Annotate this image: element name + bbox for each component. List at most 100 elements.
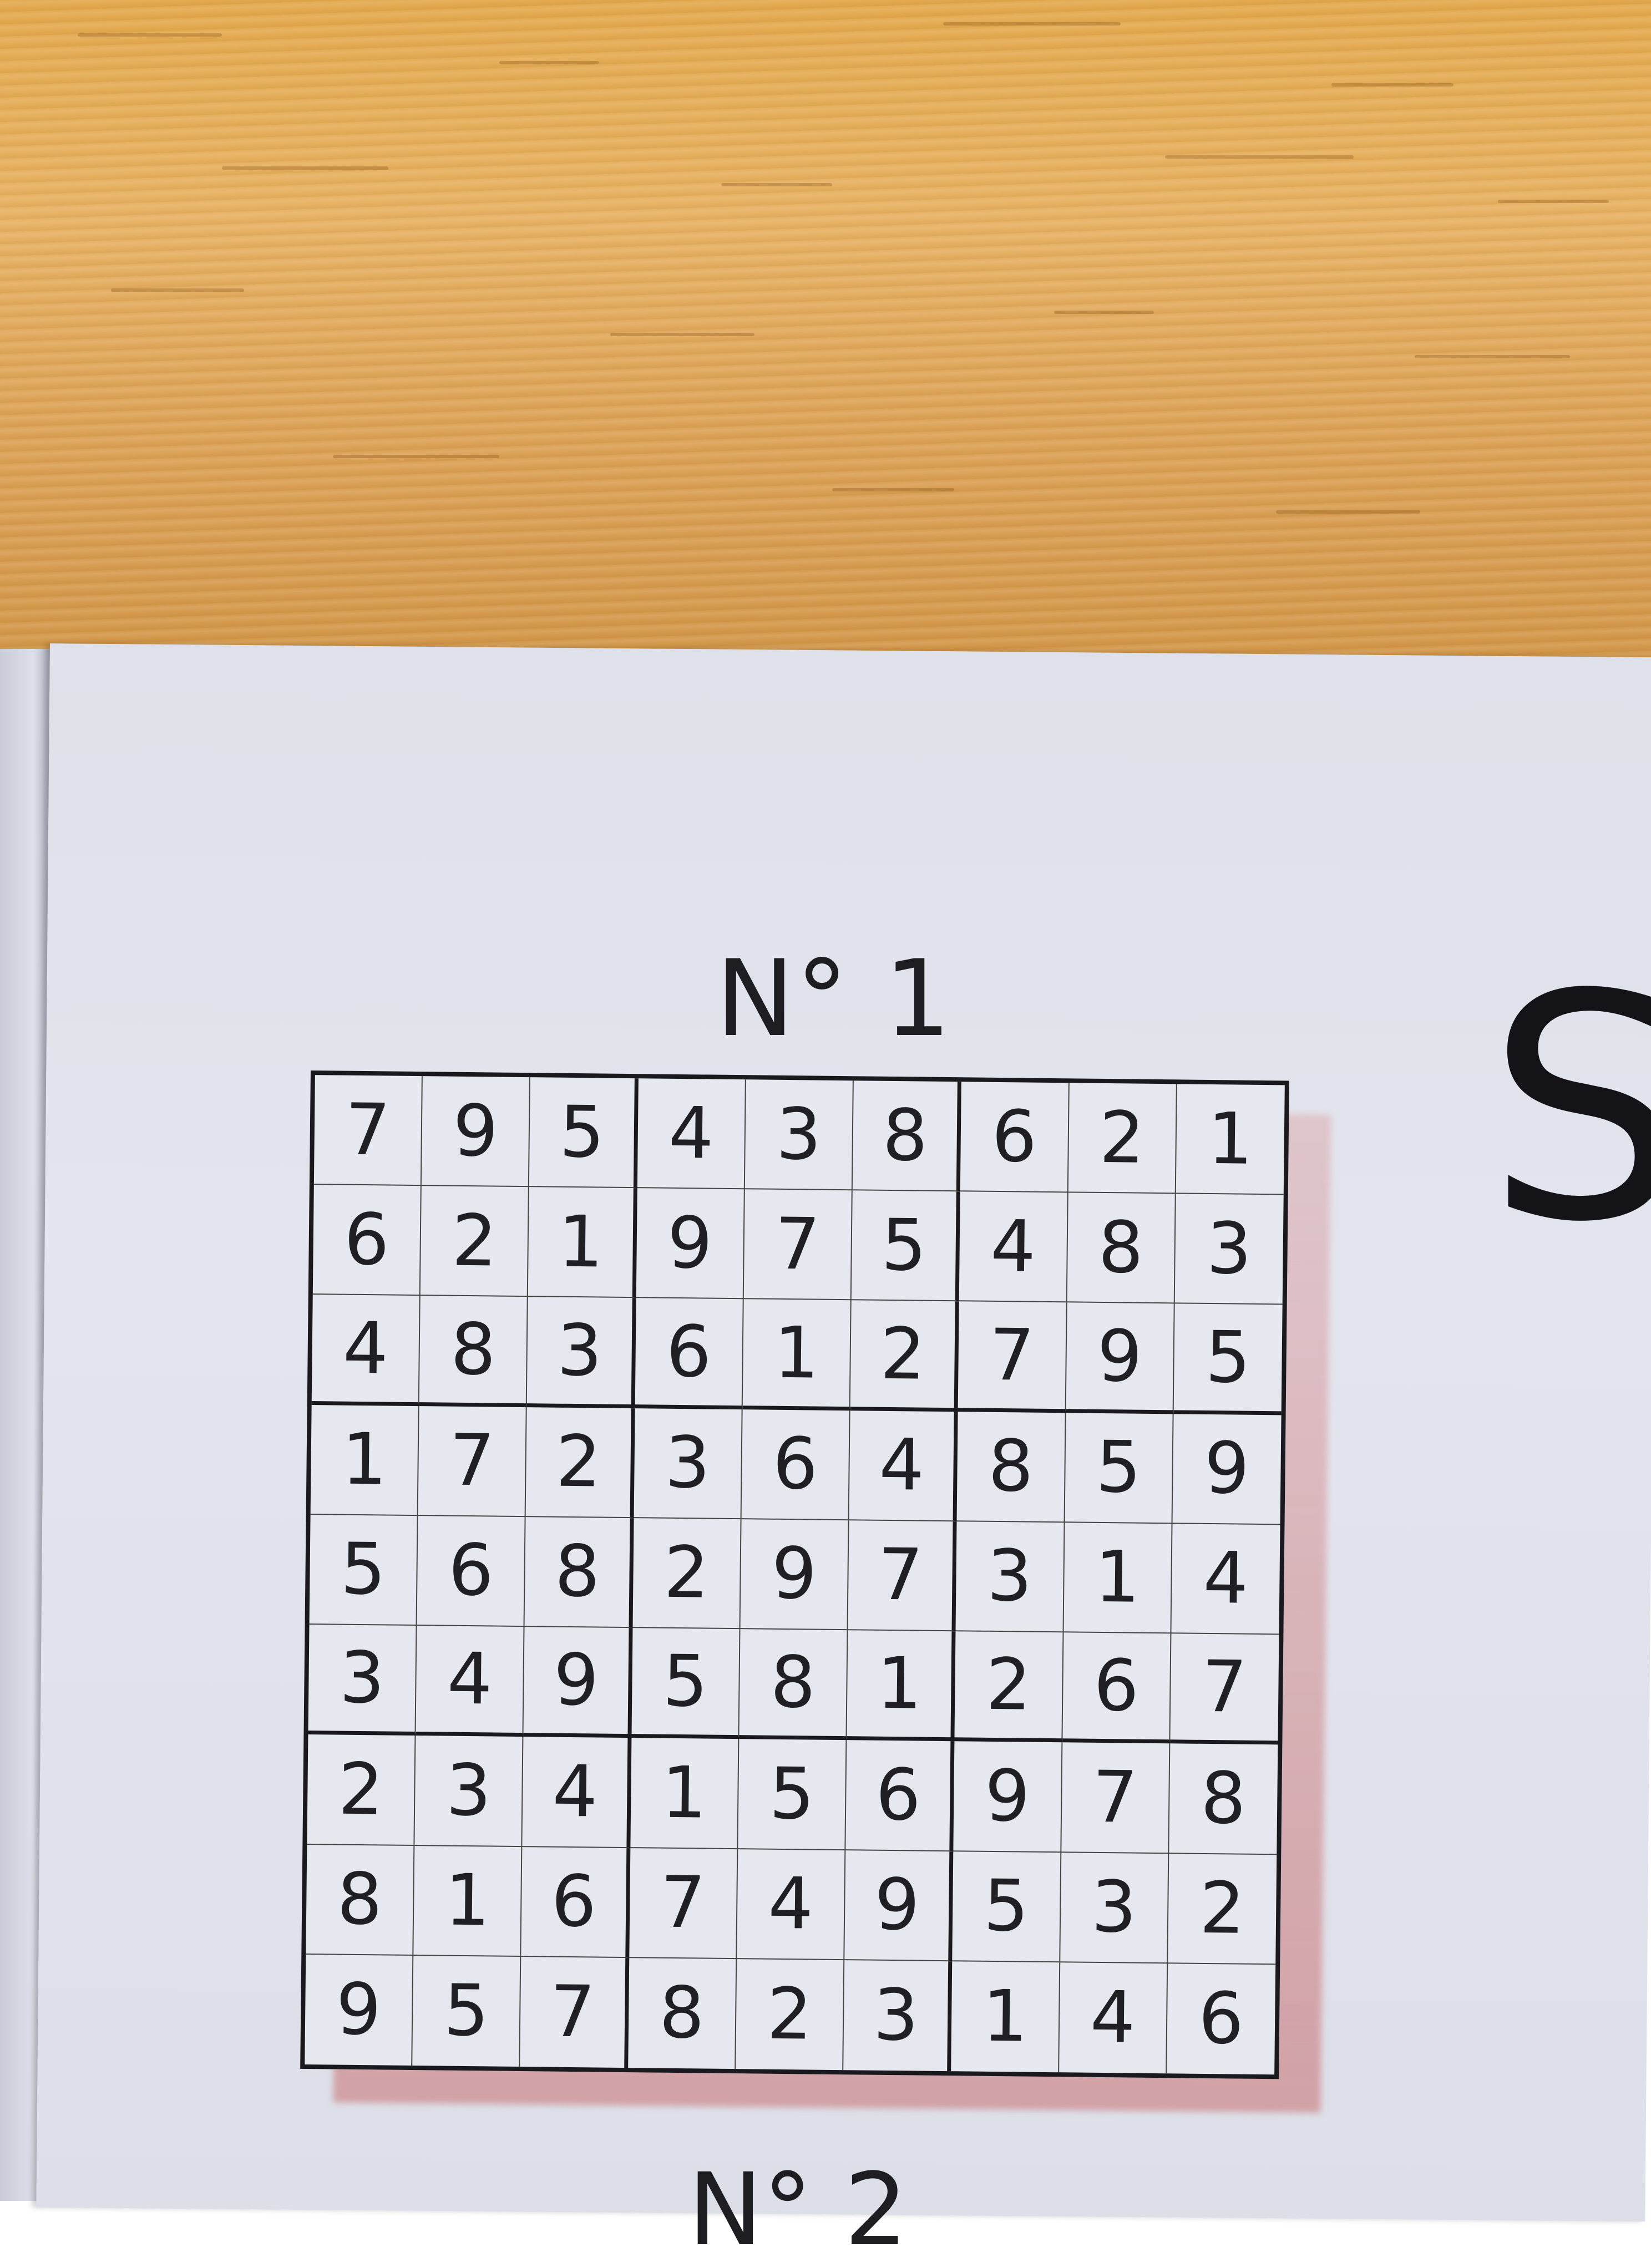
- sudoku-cell: 4: [1171, 1524, 1280, 1635]
- wood-grain: [78, 33, 222, 37]
- sudoku-cell: 3: [634, 1408, 743, 1520]
- wooden-table: [0, 0, 1651, 721]
- sudoku-cell: 6: [312, 1185, 422, 1296]
- sudoku-cell: 7: [418, 1406, 528, 1517]
- sudoku-cell: 3: [1174, 1194, 1284, 1305]
- sudoku-cell: 3: [308, 1625, 417, 1736]
- sudoku-cell: 2: [307, 1734, 416, 1846]
- wood-grain: [1165, 155, 1354, 159]
- wood-grain: [943, 22, 1121, 26]
- sudoku-cell: 2: [420, 1186, 530, 1297]
- sudoku-grid: 7954386216219754834836127951723648595682…: [300, 1070, 1289, 2079]
- sudoku-cell: 5: [851, 1190, 961, 1302]
- wood-grain: [1054, 311, 1154, 314]
- wood-grain: [721, 183, 832, 186]
- wood-grain: [111, 288, 244, 292]
- sudoku-cell: 7: [1061, 1742, 1171, 1854]
- sudoku-cell: 6: [1062, 1632, 1172, 1744]
- sudoku-cell: 5: [1065, 1412, 1174, 1524]
- sudoku-cell: 1: [1176, 1084, 1285, 1195]
- sudoku-cell: 1: [742, 1299, 852, 1410]
- sudoku-cell: 7: [743, 1189, 853, 1301]
- sudoku-cell: 2: [526, 1407, 635, 1519]
- sudoku-cell: 6: [741, 1409, 850, 1521]
- sudoku-cell: 3: [527, 1297, 636, 1408]
- sudoku-cell: 5: [412, 1955, 521, 2067]
- sudoku-cell: 5: [738, 1739, 847, 1850]
- sudoku-cell: 2: [1068, 1083, 1177, 1194]
- sudoku-cell: 6: [635, 1298, 744, 1409]
- sudoku-cell: 6: [960, 1082, 1070, 1193]
- sudoku-cell: 9: [953, 1741, 1062, 1853]
- puzzle-title: N° 1: [716, 937, 953, 1060]
- sudoku-cell: 4: [737, 1849, 846, 1960]
- wood-grain: [333, 455, 499, 458]
- sudoku-cell: 5: [1173, 1303, 1283, 1415]
- sudoku-cell: 2: [736, 1959, 845, 2071]
- sudoku-puzzle: 7954386216219754834836127951723648595682…: [300, 1070, 1331, 2113]
- wood-grain: [1498, 200, 1609, 203]
- sudoku-cell: 6: [417, 1515, 526, 1627]
- sudoku-cell: 3: [745, 1079, 854, 1191]
- sudoku-cell: 5: [529, 1077, 639, 1189]
- sudoku-cell: 3: [1060, 1852, 1169, 1964]
- sudoku-cell: 8: [1067, 1193, 1176, 1304]
- sudoku-cell: 7: [848, 1520, 957, 1632]
- sudoku-cell: 1: [1063, 1523, 1173, 1634]
- sudoku-cell: 7: [520, 1956, 629, 2068]
- sudoku-cell: 1: [847, 1630, 956, 1742]
- sudoku-cell: 2: [1167, 1853, 1277, 1965]
- sudoku-cell: 7: [958, 1301, 1067, 1413]
- sudoku-cell: 9: [740, 1519, 849, 1631]
- wood-grain: [1415, 355, 1570, 358]
- sudoku-cell: 7: [629, 1848, 738, 1959]
- sudoku-cell: 7: [1170, 1633, 1279, 1745]
- sudoku-cell: 3: [414, 1736, 524, 1847]
- sudoku-cell: 8: [852, 1080, 962, 1192]
- sudoku-cell: 4: [849, 1410, 958, 1522]
- sudoku-cell: 3: [955, 1521, 1065, 1633]
- sudoku-cell: 5: [309, 1514, 418, 1626]
- sudoku-cell: 1: [951, 1961, 1060, 2073]
- wood-grain: [832, 488, 954, 491]
- sudoku-cell: 1: [310, 1404, 419, 1516]
- sudoku-cell: 3: [843, 1960, 953, 2072]
- sudoku-cell: 8: [956, 1411, 1066, 1523]
- sudoku-cell: 2: [850, 1300, 960, 1412]
- next-puzzle-title: N° 2: [688, 2152, 908, 2268]
- sudoku-cell: 8: [739, 1629, 848, 1741]
- sudoku-cell: 8: [419, 1296, 529, 1407]
- sudoku-cell: 4: [959, 1191, 1068, 1303]
- wood-grain: [1331, 83, 1454, 87]
- sudoku-cell: 4: [522, 1737, 632, 1848]
- sudoku-cell: 8: [306, 1844, 415, 1956]
- wood-grain: [610, 333, 754, 336]
- sudoku-cell: 1: [630, 1738, 740, 1849]
- sudoku-cell: 4: [637, 1078, 746, 1190]
- sudoku-cell: 6: [521, 1846, 631, 1958]
- sudoku-cell: 8: [524, 1516, 634, 1628]
- sudoku-cell: 8: [1169, 1743, 1278, 1855]
- sudoku-cell: 2: [632, 1518, 742, 1630]
- wood-grain: [499, 61, 599, 64]
- sudoku-cell: 4: [311, 1295, 421, 1406]
- sudoku-cell: 9: [1172, 1413, 1282, 1525]
- sudoku-cell: 4: [1059, 1962, 1168, 2074]
- sudoku-cell: 6: [845, 1740, 955, 1851]
- sudoku-cell: 9: [1066, 1302, 1175, 1414]
- side-heading-letter: S: [1487, 928, 1651, 1290]
- sudoku-cell: 8: [627, 1957, 737, 2069]
- sudoku-cell: 1: [528, 1187, 637, 1298]
- sudoku-cell: 5: [952, 1851, 1061, 1962]
- sudoku-cell: 5: [631, 1628, 741, 1739]
- sudoku-cell: 9: [523, 1627, 633, 1738]
- wood-grain: [222, 166, 388, 170]
- sudoku-cell: 2: [954, 1631, 1064, 1743]
- sudoku-cell: 9: [844, 1850, 954, 1961]
- wood-grain: [1276, 510, 1420, 514]
- sudoku-cell: 9: [422, 1076, 531, 1188]
- sudoku-cell: 7: [313, 1075, 423, 1186]
- sudoku-cell: 4: [416, 1626, 525, 1737]
- sudoku-cell: 9: [305, 1954, 414, 2066]
- sudoku-cell: 9: [636, 1188, 745, 1300]
